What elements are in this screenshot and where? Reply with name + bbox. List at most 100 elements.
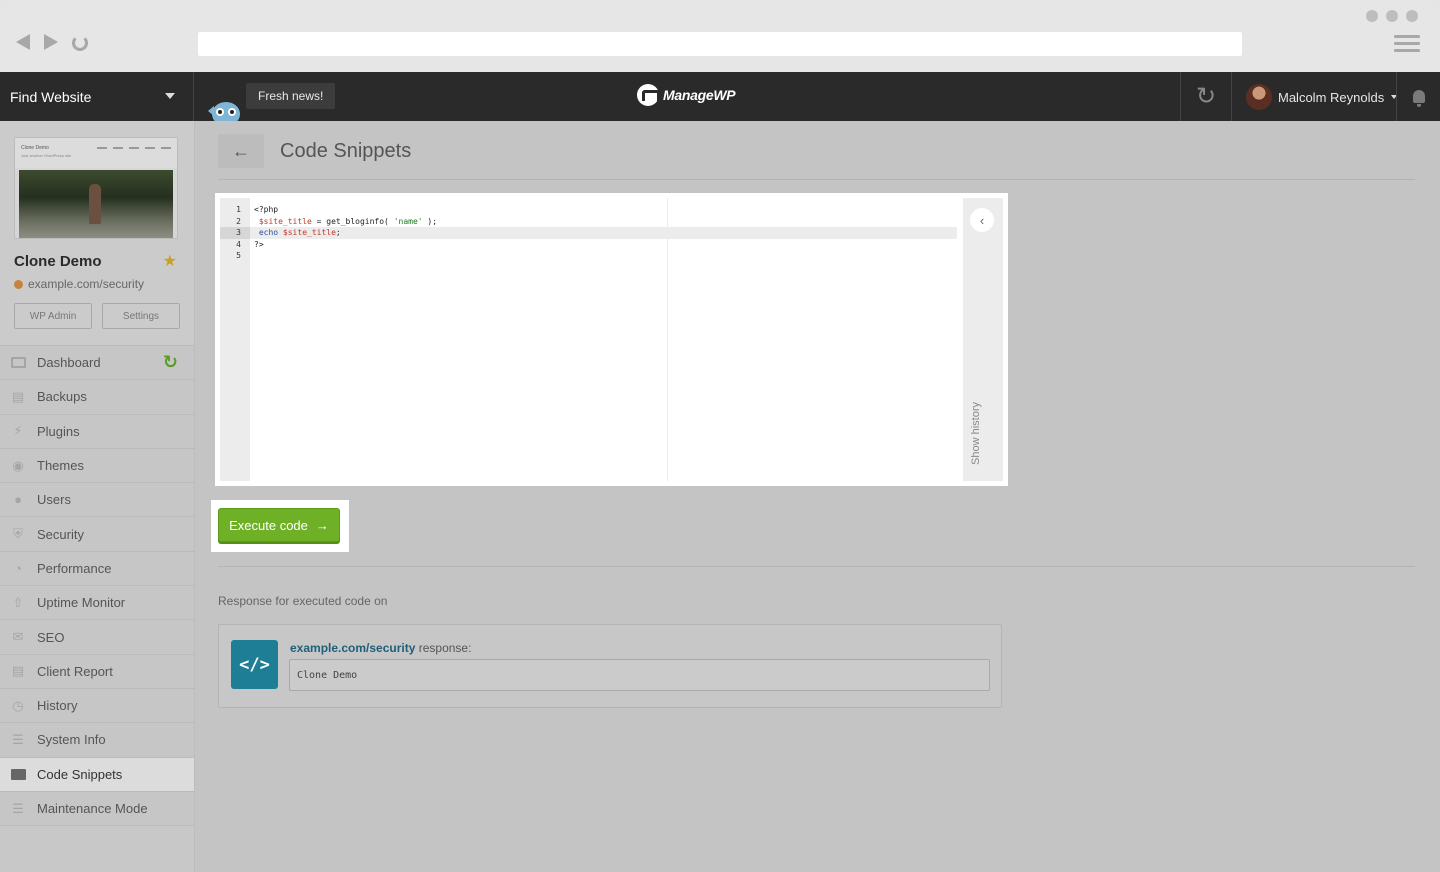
site-name: Clone Demo: [14, 252, 102, 270]
sidebar-item-client-report[interactable]: ▤ Client Report: [0, 653, 194, 688]
site-picker-label: Find Website: [10, 88, 92, 105]
bell-icon: [1412, 90, 1425, 107]
megaphone-icon: ✉: [12, 629, 24, 645]
sidebar-item-label: Uptime Monitor: [37, 595, 126, 611]
execute-highlight: Execute code →: [211, 500, 349, 552]
palette-icon: ◉: [12, 457, 24, 473]
sidebar-item-seo[interactable]: ✉ SEO: [0, 619, 194, 654]
show-history-label[interactable]: Show history: [970, 402, 982, 465]
sidebar: Clone Demo Just another WordPress site C…: [0, 121, 195, 872]
user-menu[interactable]: Malcolm Reynolds: [1246, 84, 1398, 110]
sync-icon: ↻: [1195, 83, 1217, 110]
execute-code-button[interactable]: Execute code →: [218, 508, 340, 542]
sidebar-item-themes[interactable]: ◉ Themes: [0, 447, 194, 483]
response-label: example.com/security response:: [290, 641, 471, 655]
line-number: 1: [236, 205, 241, 214]
response-output[interactable]: Clone Demo: [289, 659, 990, 691]
clock-icon: ◷: [12, 697, 24, 713]
browser-reload-icon[interactable]: [72, 35, 88, 51]
app-header: Find Website Fresh news! ManageWP ↻ Malc…: [0, 72, 1440, 121]
site-picker-dropdown[interactable]: Find Website: [0, 72, 194, 121]
user-name: Malcolm Reynolds: [1278, 89, 1385, 105]
mascot-icon[interactable]: [206, 94, 246, 121]
sidebar-item-label: System Info: [37, 732, 106, 748]
refresh-icon[interactable]: ↻: [163, 352, 178, 373]
gauge-icon: ◔: [14, 560, 22, 576]
terminal-icon: [10, 767, 26, 781]
arrow-up-icon: ⇧: [12, 594, 24, 610]
sidebar-item-code-snippets[interactable]: Code Snippets: [0, 756, 194, 791]
browser-forward-icon[interactable]: [44, 34, 58, 50]
response-site-url[interactable]: example.com/security: [290, 641, 415, 655]
notifications-button[interactable]: [1396, 72, 1440, 121]
back-button[interactable]: ←: [218, 134, 264, 168]
backup-icon: ▤: [11, 388, 25, 404]
sidebar-item-backups[interactable]: ▤ Backups: [0, 379, 194, 414]
browser-address-bar[interactable]: [198, 32, 1242, 56]
window-controls: [1366, 10, 1418, 22]
chevron-left-icon[interactable]: ‹: [970, 208, 994, 232]
barrier-icon: ☰: [12, 800, 24, 816]
sidebar-item-label: Security: [37, 526, 84, 542]
sidebar-item-users[interactable]: ● Users: [0, 482, 194, 517]
sidebar-item-maintenance-mode[interactable]: ☰ Maintenance Mode: [0, 790, 194, 826]
line-number: 4: [236, 239, 241, 249]
monitor-icon: [10, 356, 26, 370]
fresh-news-link[interactable]: Fresh news!: [246, 83, 336, 109]
site-card: Clone Demo Just another WordPress site C…: [0, 121, 194, 345]
chart-icon: ▤: [11, 663, 25, 679]
response-suffix: response:: [415, 641, 472, 655]
sidebar-item-label: SEO: [37, 629, 65, 645]
line-number: 3: [220, 227, 250, 239]
sidebar-item-label: History: [37, 698, 78, 714]
sidebar-item-history[interactable]: ◷ History: [0, 687, 194, 723]
sidebar-item-label: Client Report: [37, 663, 113, 679]
code-line[interactable]: $site_title = get_bloginfo( 'name' );: [254, 216, 957, 228]
sidebar-item-label: Backups: [37, 389, 87, 405]
arrow-left-icon: ←: [232, 140, 250, 161]
managewp-logo[interactable]: ManageWP: [637, 84, 736, 106]
execute-code-label: Execute code: [229, 517, 308, 533]
sidebar-item-uptime-monitor[interactable]: ⇧ Uptime Monitor: [0, 585, 194, 620]
favorite-star-icon[interactable]: ★: [163, 251, 177, 271]
list-icon: ☰: [12, 731, 24, 747]
sidebar-item-dashboard[interactable]: Dashboard ↻: [0, 345, 194, 380]
main-content: ← Code Snippets 1 234 5 <?php $site_title …: [195, 121, 1440, 872]
shield-icon: ⛨: [13, 526, 23, 542]
caret-down-icon: [165, 93, 175, 99]
site-status-icon: [14, 279, 23, 289]
browser-menu-icon[interactable]: [1394, 35, 1420, 56]
sidebar-item-label: Plugins: [37, 423, 80, 439]
code-brackets-icon: </>: [231, 640, 278, 689]
sidebar-item-label: Dashboard: [37, 355, 101, 371]
thumbnail-photo: [19, 170, 173, 238]
sidebar-menu: Dashboard ↻ ▤ Backups ⚡ Plugins ◉ Themes ● Users ⛨…: [0, 345, 194, 826]
code-line[interactable]: <?php: [254, 204, 957, 216]
history-panel[interactable]: ‹ Show history: [963, 198, 1003, 481]
sidebar-item-security[interactable]: ⛨ Security: [0, 516, 194, 551]
code-line[interactable]: echo $site_title;: [250, 227, 957, 239]
plug-icon: ⚡: [13, 423, 23, 439]
line-number: 2: [236, 216, 241, 226]
sidebar-item-plugins[interactable]: ⚡ Plugins: [0, 413, 194, 448]
page-title: Code Snippets: [280, 140, 412, 162]
settings-button[interactable]: Settings: [102, 303, 180, 329]
sidebar-footer: [0, 825, 194, 872]
sidebar-item-system-info[interactable]: ☰ System Info: [0, 722, 194, 757]
site-thumbnail[interactable]: Clone Demo Just another WordPress site: [14, 137, 178, 239]
divider: [218, 566, 1415, 567]
browser-back-icon[interactable]: [16, 34, 30, 50]
logo-text: ManageWP: [663, 87, 736, 103]
sidebar-item-performance[interactable]: ◔ Performance: [0, 550, 194, 586]
code-editor[interactable]: 1 234 5 <?php $site_title = get_bloginfo( …: [220, 198, 1003, 481]
code-lines[interactable]: <?php $site_title = get_bloginfo( 'name'…: [250, 204, 957, 262]
site-url[interactable]: example.com/security: [28, 277, 144, 291]
code-line[interactable]: ?>: [254, 239, 957, 251]
sync-button[interactable]: ↻: [1180, 72, 1232, 121]
sidebar-item-label: Code Snippets: [37, 766, 123, 782]
response-heading: Response for executed code on: [218, 594, 388, 608]
sidebar-item-label: Themes: [37, 458, 84, 474]
wp-admin-button[interactable]: WP Admin: [14, 303, 92, 329]
thumbnail-subtitle: Just another WordPress site: [21, 153, 72, 158]
code-line[interactable]: ​: [254, 250, 957, 262]
